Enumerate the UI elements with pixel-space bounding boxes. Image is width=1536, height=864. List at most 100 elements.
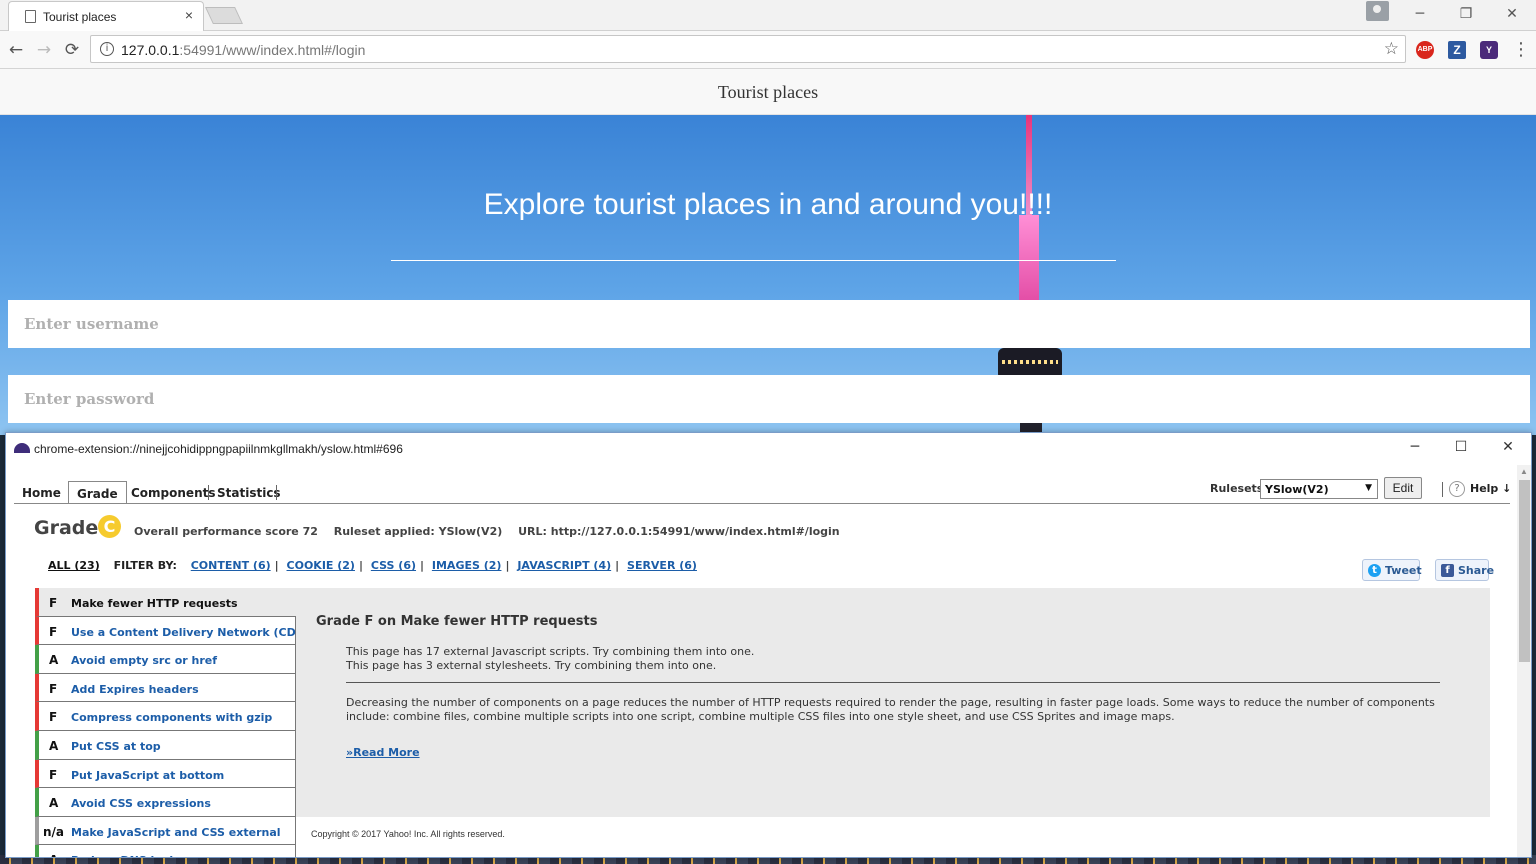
browser-tab-strip: Tourist places × ─ ❐ ✕ <box>0 0 1536 31</box>
rule-name: Use a Content Delivery Network (CDN) <box>71 625 310 639</box>
filter-separator: | <box>358 559 363 572</box>
rule-name: Make JavaScript and CSS external <box>71 825 281 839</box>
overall-score: Overall performance score 72 <box>134 525 318 538</box>
yslow-minimize-button[interactable]: ─ <box>1400 439 1430 459</box>
address-bar[interactable]: i 127.0.0.1:54991/www/index.html#/login … <box>90 35 1406 63</box>
ruleset-selected-value: YSlow(V2) <box>1265 483 1329 496</box>
reload-icon[interactable]: ⟳ <box>60 38 84 62</box>
yslow-window: chrome-extension://ninejjcohidippngpapii… <box>5 432 1532 858</box>
back-icon[interactable]: ← <box>4 38 28 62</box>
detail-finding: This page has 17 external Javascript scr… <box>346 645 755 658</box>
rule-grade: F <box>49 767 58 782</box>
site-info-icon[interactable]: i <box>100 42 114 56</box>
hero-headline: Explore tourist places in and around you… <box>483 188 1053 221</box>
forward-icon[interactable]: → <box>32 38 56 62</box>
rule-item[interactable]: F Add Expires headers <box>35 673 296 703</box>
rule-name: Compress components with gzip <box>71 711 273 725</box>
help-menu-link[interactable]: Help ↓ <box>1470 482 1511 495</box>
filter-javascript-link[interactable]: JAVASCRIPT (4) <box>517 559 611 572</box>
rule-grade: A <box>49 738 59 753</box>
close-tab-icon[interactable]: × <box>185 7 193 23</box>
rule-item[interactable]: n/a Make JavaScript and CSS external <box>35 816 296 846</box>
rule-name: Avoid empty src or href <box>71 654 218 668</box>
grade-label: Grade <box>34 517 99 539</box>
yslow-extension-icon[interactable]: Y <box>1480 41 1498 59</box>
rule-grade: F <box>49 710 58 725</box>
page-title: Tourist places <box>717 82 819 102</box>
filter-all-link[interactable]: ALL (23) <box>48 559 100 572</box>
browser-menu-icon[interactable]: ⋮ <box>1512 39 1530 60</box>
rule-item[interactable]: A Avoid empty src or href <box>35 645 296 674</box>
profile-icon[interactable] <box>1366 1 1389 21</box>
minimize-window-button[interactable]: ─ <box>1400 3 1440 25</box>
yslow-maximize-button[interactable]: ☐ <box>1446 439 1476 459</box>
filter-bar: ALL (23) FILTER BY: CONTENT (6) | COOKIE … <box>48 559 697 572</box>
rule-name: Add Expires headers <box>71 682 199 696</box>
new-tab-button[interactable] <box>205 7 243 24</box>
edit-ruleset-button[interactable]: Edit <box>1384 477 1422 499</box>
page-header: Tourist places <box>0 69 1536 115</box>
tab-separator <box>276 485 277 500</box>
rule-item[interactable]: A Avoid CSS expressions <box>35 788 296 817</box>
restore-window-button[interactable]: ❐ <box>1446 3 1486 25</box>
z-extension-icon[interactable]: Z <box>1448 41 1466 59</box>
scroll-up-icon[interactable]: ▲ <box>1520 467 1528 476</box>
yslow-app-icon <box>14 443 30 453</box>
detail-finding: This page has 3 external stylesheets. Tr… <box>346 659 717 672</box>
copyright-text: Copyright © 2017 Yahoo! Inc. All rights … <box>311 829 505 839</box>
yslow-scrollbar[interactable]: ▲ <box>1517 465 1531 857</box>
help-icon[interactable]: ? <box>1449 481 1465 497</box>
rule-item[interactable]: F Put JavaScript at bottom <box>35 759 296 789</box>
browser-tab[interactable]: Tourist places × <box>8 1 204 31</box>
filter-content-link[interactable]: CONTENT (6) <box>191 559 271 572</box>
rule-name: Make fewer HTTP requests <box>71 597 238 610</box>
bookmark-star-icon[interactable]: ☆ <box>1384 39 1399 59</box>
browser-toolbar: ← → ⟳ i 127.0.0.1:54991/www/index.html#/… <box>0 31 1536 69</box>
tab-underline <box>14 503 1510 504</box>
rule-grade: A <box>49 653 59 668</box>
close-window-button[interactable]: ✕ <box>1492 3 1532 25</box>
rule-item[interactable]: A Put CSS at top <box>35 730 296 760</box>
score-info: Overall performance score 72 Ruleset app… <box>134 525 852 538</box>
rule-grade: A <box>49 853 58 857</box>
filter-images-link[interactable]: IMAGES (2) <box>432 559 502 572</box>
scroll-thumb[interactable] <box>1519 480 1530 662</box>
read-more-link[interactable]: »Read More <box>346 746 420 759</box>
url-host: 127.0.0.1 <box>121 42 180 58</box>
share-label: Share <box>1458 564 1495 577</box>
rule-item[interactable]: A Reduce DNS lookups <box>35 845 296 857</box>
filter-cookie-link[interactable]: COOKIE (2) <box>287 559 355 572</box>
rule-item[interactable]: F Compress components with gzip <box>35 702 296 731</box>
url-text[interactable]: 127.0.0.1:54991/www/index.html#/login <box>121 42 365 58</box>
grade-badge: C <box>98 515 121 538</box>
hero-banner: Explore tourist places in and around you… <box>0 115 1536 435</box>
rule-item[interactable]: F Use a Content Delivery Network (CDN) <box>35 616 310 646</box>
tab-home[interactable]: Home <box>14 481 69 504</box>
filter-separator: | <box>615 559 620 572</box>
filter-by-label: FILTER BY: <box>113 559 177 572</box>
detail-title: Grade F on Make fewer HTTP requests <box>316 614 598 629</box>
facebook-icon: f <box>1441 564 1454 577</box>
rule-name: Avoid CSS expressions <box>71 797 211 811</box>
filter-separator: | <box>420 559 425 572</box>
tweet-button[interactable]: t Tweet <box>1362 559 1422 581</box>
rule-detail-panel: Grade F on Make fewer HTTP requests This… <box>296 588 1490 817</box>
tab-grade[interactable]: Grade <box>68 481 127 504</box>
detail-description: Decreasing the number of components on a… <box>346 696 1435 723</box>
filter-server-link[interactable]: SERVER (6) <box>627 559 697 572</box>
username-input[interactable] <box>8 300 1530 348</box>
detail-divider <box>346 682 1440 683</box>
tweet-label: Tweet <box>1385 564 1422 577</box>
adblock-extension-icon[interactable]: ABP <box>1416 41 1434 59</box>
yslow-close-button[interactable]: ✕ <box>1493 439 1523 459</box>
tab-title: Tourist places <box>43 10 117 24</box>
filter-css-link[interactable]: CSS (6) <box>371 559 416 572</box>
password-input[interactable] <box>8 375 1530 423</box>
rule-grade: A <box>49 796 59 811</box>
rule-item[interactable]: F Make fewer HTTP requests <box>35 588 296 617</box>
rules-list: F Make fewer HTTP requests F Use a Content … <box>35 588 310 857</box>
yslow-titlebar: chrome-extension://ninejjcohidippngpapii… <box>6 433 1531 465</box>
share-button[interactable]: f Share <box>1435 559 1494 581</box>
ruleset-select[interactable]: YSlow(V2) ▼ <box>1260 479 1378 499</box>
yslow-window-title: chrome-extension://ninejjcohidippngpapii… <box>34 442 403 456</box>
